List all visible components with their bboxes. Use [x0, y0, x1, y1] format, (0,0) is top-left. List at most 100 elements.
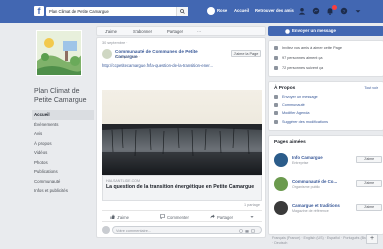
page-stats: Invitez vos amis à aimer cette Page 97 p…: [268, 40, 383, 77]
about-send-message-label: Envoyer un message: [282, 95, 318, 99]
home-link[interactable]: Accueil: [234, 8, 249, 13]
message-icon: [274, 95, 278, 99]
more-options-button[interactable]: ···: [197, 29, 201, 34]
community-icon: [274, 103, 278, 107]
liked-page-like-button[interactable]: J'aime: [356, 156, 382, 163]
link-source-domain: HALSANTLIDE.COM: [106, 179, 140, 183]
like-page-button[interactable]: J'aime la Page: [231, 50, 261, 57]
liked-page-avatar[interactable]: [274, 153, 288, 167]
likes-count: 97 personnes aiment ça: [274, 56, 323, 60]
liked-page-name[interactable]: Camargue et traditions: [292, 203, 340, 208]
liked-pages-title: Pages aimées: [274, 140, 306, 145]
followers-count-label: 72 personnes suivent ça: [282, 66, 324, 70]
notification-badge: [332, 5, 337, 10]
thumbs-up-icon: [110, 214, 115, 219]
facebook-logo-icon[interactable]: f: [34, 6, 44, 16]
post-date[interactable]: 23 septembre ·: [115, 55, 141, 59]
search-input[interactable]: Plan Climat de Petite Camargue: [46, 7, 188, 16]
search-icon: [180, 9, 185, 14]
page-profile-photo[interactable]: [36, 30, 82, 76]
about-edit-agenda-label: Modifier Agenda: [282, 111, 310, 115]
add-language-button[interactable]: +: [366, 234, 378, 244]
top-navigation-bar: f Plan Climat de Petite Camargue Rose Ac…: [0, 0, 383, 23]
about-edit-agenda[interactable]: Modifier Agenda: [274, 111, 309, 115]
svg-text:?: ?: [343, 9, 346, 15]
liked-page-name[interactable]: Communauté de Co...: [292, 179, 337, 184]
share-post-button[interactable]: Partager: [217, 215, 233, 220]
like-page-button[interactable]: J'aime: [105, 29, 117, 34]
messenger-icon[interactable]: [312, 7, 320, 15]
liked-page-name[interactable]: Info Camargue: [292, 155, 323, 160]
liked-page-avatar[interactable]: [274, 177, 288, 191]
liked-pages-section: Pages aimées Info Camargue Entreprise J'…: [268, 135, 383, 235]
user-name-link[interactable]: Rose: [217, 8, 227, 13]
like-icon: [274, 56, 278, 60]
share-page-button[interactable]: Partager: [167, 29, 183, 34]
link-preview[interactable]: HALSANTLIDE.COM La question de la transi…: [102, 175, 262, 201]
share-count[interactable]: 1 partage: [244, 203, 260, 207]
see-all-link[interactable]: Tout voir: [364, 86, 378, 90]
about-community-label: Communauté: [282, 103, 305, 107]
messenger-icon: [285, 29, 290, 34]
send-message-label: Envoyer un message: [292, 28, 336, 33]
find-friends-link[interactable]: Retrouver des amis: [255, 8, 294, 13]
post-action-row: J'aime Commenter Partager: [102, 210, 262, 222]
like-post-button[interactable]: J'aime: [117, 215, 129, 220]
page-title: Plan Climat de Petite Camargue: [34, 88, 87, 104]
nav-item-events[interactable]: Évènements: [32, 120, 94, 130]
search-button[interactable]: [176, 7, 188, 16]
help-icon[interactable]: ?: [340, 7, 348, 15]
nav-item-community[interactable]: Communauté: [32, 177, 94, 187]
nav-item-photos[interactable]: Photos: [32, 158, 94, 168]
comment-input[interactable]: Votre commentaire...: [112, 226, 262, 234]
post-link[interactable]: http://ccpetitecamargue.fr/la-question-d…: [102, 63, 213, 68]
pencil-icon: [274, 120, 278, 124]
nav-item-info-ads[interactable]: Infos et publicités: [32, 186, 94, 196]
share-arrow-icon: [210, 214, 215, 219]
liked-page-item: Info Camargue Entreprise J'aime: [274, 153, 382, 169]
follow-page-button[interactable]: S'abonner: [133, 29, 152, 34]
nav-item-about[interactable]: À propos: [32, 139, 94, 149]
post-header-date: 30 septembre ·: [102, 41, 128, 45]
liked-page-item: Communauté de Co... Organisme public J'a…: [274, 177, 382, 193]
user-avatar[interactable]: [207, 7, 215, 15]
likes-count-label: 97 personnes aiment ça: [282, 56, 323, 60]
commenter-avatar: [102, 226, 110, 234]
about-suggest-edits[interactable]: Suggérer des modifications: [274, 120, 328, 124]
left-column: Plan Climat de Petite Camargue Accueil É…: [32, 30, 94, 196]
about-title: À Propos: [274, 86, 296, 91]
nav-item-reviews[interactable]: Avis: [32, 129, 94, 139]
shared-post: 30 septembre · Communauté de Communes de…: [96, 37, 266, 238]
liked-page-avatar[interactable]: [274, 201, 288, 215]
liked-page-like-button[interactable]: J'aime: [356, 204, 382, 211]
friend-requests-icon[interactable]: [298, 7, 306, 15]
language-selector[interactable]: Français (France) · English (US) · Españ…: [272, 236, 372, 245]
audience-chevron-icon[interactable]: [250, 215, 254, 219]
about-community[interactable]: Communauté: [274, 103, 305, 107]
about-send-message[interactable]: Envoyer un message: [274, 95, 318, 99]
gif-icon[interactable]: [251, 229, 255, 233]
comment-post-button[interactable]: Commenter: [167, 215, 189, 220]
link-title[interactable]: La question de la transition énergétique…: [106, 184, 256, 190]
liked-page-item: Camargue et traditions Magazine de référ…: [274, 201, 382, 217]
invite-friends-label: Invitez vos amis à aimer cette Page: [282, 46, 342, 50]
page-avatar[interactable]: [102, 49, 112, 59]
camera-icon[interactable]: [245, 229, 249, 233]
liked-page-category: Entreprise: [292, 161, 309, 165]
profile-picture-illustration: [37, 31, 81, 75]
send-message-button[interactable]: Envoyer un message: [268, 26, 383, 36]
emoji-icon[interactable]: [239, 228, 243, 233]
comment-placeholder: Votre commentaire...: [116, 228, 152, 233]
page-action-bar: J'aime S'abonner Partager ···: [96, 26, 266, 36]
search-text[interactable]: Plan Climat de Petite Camargue: [49, 9, 109, 14]
account-menu-chevron-icon[interactable]: [354, 7, 362, 15]
invite-friends-link[interactable]: Invitez vos amis à aimer cette Page: [274, 46, 342, 50]
calendar-icon: [274, 111, 278, 115]
nav-item-posts[interactable]: Publications: [32, 167, 94, 177]
followers-count: 72 personnes suivent ça: [274, 66, 323, 70]
liked-page-like-button[interactable]: J'aime: [356, 180, 382, 187]
nav-item-videos[interactable]: Vidéos: [32, 148, 94, 158]
liked-page-category: Magazine de référence: [292, 209, 329, 213]
post-link-image[interactable]: [102, 90, 262, 175]
nav-item-home[interactable]: Accueil: [32, 110, 94, 120]
